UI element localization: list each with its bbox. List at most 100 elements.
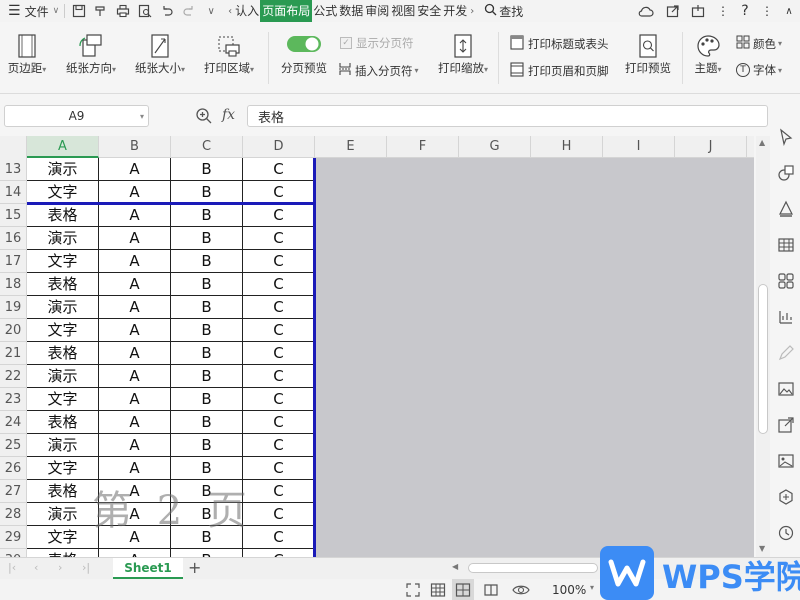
column-header-h[interactable]: H (531, 136, 603, 158)
page-break-line-vertical[interactable] (313, 158, 316, 557)
cell[interactable]: A (99, 365, 171, 388)
cell[interactable]: 表格 (27, 411, 99, 434)
cell[interactable]: C (243, 181, 315, 204)
cell[interactable]: A (99, 388, 171, 411)
row-header[interactable]: 17 (0, 250, 27, 273)
horizontal-scrollbar-thumb[interactable] (468, 563, 598, 573)
row-header[interactable]: 22 (0, 365, 27, 388)
help-icon[interactable]: ? (734, 0, 756, 22)
format-painter-icon[interactable] (90, 0, 112, 22)
cell[interactable]: B (171, 227, 243, 250)
cell[interactable]: 演示 (27, 503, 99, 526)
column-header-d[interactable]: D (243, 136, 315, 158)
cell[interactable]: B (171, 342, 243, 365)
cell[interactable]: A (99, 457, 171, 480)
row-header[interactable]: 14 (0, 181, 27, 204)
cell[interactable]: A (99, 434, 171, 457)
formula-input[interactable]: 表格 (247, 105, 768, 127)
cell[interactable]: C (243, 411, 315, 434)
cursor-select-icon[interactable] (777, 128, 795, 146)
row-header[interactable]: 18 (0, 273, 27, 296)
tab-view[interactable]: 视图 (390, 0, 416, 22)
cell[interactable]: B (171, 181, 243, 204)
cell[interactable]: B (171, 434, 243, 457)
image-gallery-icon[interactable] (777, 452, 795, 470)
cell[interactable]: A (99, 227, 171, 250)
share-export-icon[interactable] (777, 416, 795, 434)
more-options-icon[interactable]: ⋮ (756, 0, 778, 22)
backup-hexagon-icon[interactable] (777, 488, 795, 506)
zoom-magnifier-icon[interactable] (195, 107, 213, 128)
cell[interactable]: A (99, 342, 171, 365)
cell[interactable]: A (99, 411, 171, 434)
cell[interactable]: 表格 (27, 204, 99, 227)
paper-size-button[interactable]: 纸张大小▾ (131, 34, 189, 76)
cell[interactable]: C (243, 342, 315, 365)
sheet-nav-last-icon[interactable]: ›| (82, 561, 90, 574)
row-header[interactable]: 25 (0, 434, 27, 457)
cell[interactable]: C (243, 503, 315, 526)
undo-icon[interactable] (156, 0, 178, 22)
column-header-i[interactable]: I (603, 136, 675, 158)
cell[interactable]: 文字 (27, 388, 99, 411)
eye-protection-icon[interactable] (512, 582, 530, 600)
row-header[interactable]: 20 (0, 319, 27, 342)
tab-data[interactable]: 数据 (338, 0, 364, 22)
share-icon[interactable] (662, 0, 684, 22)
spreadsheet-grid[interactable]: A B C D E F G H I J 13 14 15 16 17 18 19 20 21 22… (0, 136, 754, 557)
shapes-icon[interactable] (777, 164, 795, 182)
cell[interactable]: B (171, 250, 243, 273)
cell[interactable]: 表格 (27, 273, 99, 296)
quick-access-dropdown-icon[interactable]: ∨ (200, 0, 222, 22)
cell[interactable]: 文字 (27, 250, 99, 273)
print-preview-icon[interactable] (134, 0, 156, 22)
row-header[interactable]: 16 (0, 227, 27, 250)
row-header[interactable]: 26 (0, 457, 27, 480)
cell[interactable]: A (99, 319, 171, 342)
cloud-sync-icon[interactable] (630, 0, 662, 22)
cell[interactable]: C (243, 227, 315, 250)
print-header-footer-button[interactable]: 打印页眉和页脚 (510, 62, 609, 80)
tab-scroll-right-icon[interactable]: › (470, 6, 474, 17)
row-header[interactable]: 30 (0, 549, 27, 557)
cell[interactable]: A (99, 181, 171, 204)
cell[interactable]: B (171, 158, 243, 181)
more-dots-icon[interactable]: ⋮ (712, 0, 734, 22)
row-header[interactable]: 29 (0, 526, 27, 549)
cell[interactable]: 文字 (27, 526, 99, 549)
sheet-nav-next-icon[interactable]: › (58, 561, 62, 574)
cell[interactable]: B (171, 296, 243, 319)
column-header-g[interactable]: G (459, 136, 531, 158)
row-header[interactable]: 21 (0, 342, 27, 365)
cell[interactable]: B (171, 411, 243, 434)
row-header[interactable]: 23 (0, 388, 27, 411)
cell[interactable]: B (171, 319, 243, 342)
scrollbar-thumb[interactable] (758, 284, 768, 434)
print-area-button[interactable]: 打印区域▾ (200, 34, 258, 76)
show-page-breaks-checkbox[interactable]: ✓ 显示分页符 (340, 35, 414, 51)
chart-icon[interactable] (777, 308, 795, 326)
print-titles-button[interactable]: 打印标题或表头 (510, 35, 609, 53)
sheet-nav-first-icon[interactable]: |‹ (8, 561, 16, 574)
search-button[interactable]: 查找 (482, 0, 525, 22)
history-clock-icon[interactable] (777, 524, 795, 542)
cell[interactable]: 文字 (27, 319, 99, 342)
cell[interactable]: C (243, 434, 315, 457)
cell[interactable]: 演示 (27, 434, 99, 457)
grid-view-icon[interactable] (430, 582, 446, 600)
cell[interactable]: A (99, 273, 171, 296)
column-header-j[interactable]: J (675, 136, 747, 158)
margins-button[interactable]: 页边距▾ (4, 34, 50, 76)
tab-developer[interactable]: 开发 (442, 0, 468, 22)
file-menu[interactable]: ☰ 文件 ∨ (0, 0, 61, 22)
row-header[interactable]: 27 (0, 480, 27, 503)
zoom-dropdown-icon[interactable]: ▾ (590, 583, 594, 592)
cell[interactable]: A (99, 549, 171, 557)
zoom-level[interactable]: 100% (552, 583, 586, 597)
cell[interactable]: C (243, 388, 315, 411)
cell[interactable]: 演示 (27, 227, 99, 250)
sheet-tab-sheet1[interactable]: Sheet1 (113, 558, 183, 579)
horizontal-scroll-left-icon[interactable]: ◀ (452, 562, 458, 571)
page-break-preview-toggle[interactable]: 分页预览 (276, 34, 332, 76)
normal-view-icon[interactable] (405, 582, 421, 600)
